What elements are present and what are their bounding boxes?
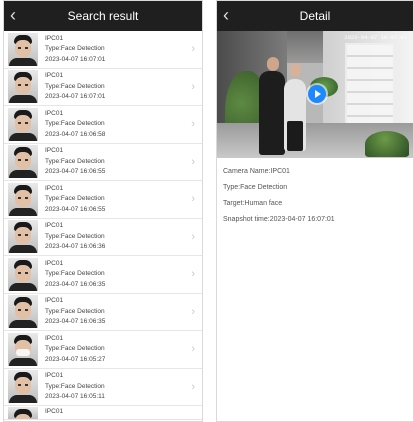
result-meta: IPC01 Type:Face Detection 2023-04-07 16:… [45, 71, 105, 103]
result-camera: IPC01 [45, 222, 64, 229]
result-item[interactable]: IPC01 Type:Face Detection 2023-04-07 16:… [4, 144, 202, 181]
result-meta: IPC01 Type:Face Detection 2023-04-07 16:… [45, 371, 105, 403]
result-meta: IPC01 [45, 407, 63, 418]
detail-title: Detail [299, 9, 331, 23]
result-item[interactable]: IPC01 Type:Face Detection 2023-04-07 16:… [4, 294, 202, 331]
result-meta: IPC01 Type:Face Detection 2023-04-07 16:… [45, 34, 105, 66]
result-type: Type:Face Detection [45, 157, 105, 165]
face-thumbnail [8, 145, 38, 179]
result-meta: IPC01 Type:Face Detection 2023-04-07 16:… [45, 146, 105, 178]
result-camera: IPC01 [45, 109, 64, 117]
result-time: 2023-04-07 16:05:27 [45, 355, 106, 363]
result-item[interactable]: IPC01 Type:Face Detection 2023-04-07 16:… [4, 106, 202, 144]
result-type: Type:Face Detection [45, 120, 105, 127]
result-camera: IPC01 [45, 297, 64, 304]
result-meta: IPC01 Type:Face Detection 2023-04-07 16:… [45, 296, 105, 328]
detail-info: Camera Name:IPC01 Type:Face Detection Ta… [217, 158, 413, 228]
snapshot-image[interactable]: 2023-04-07 16:07:01 [217, 31, 413, 158]
detection-type: Type:Face Detection [223, 184, 288, 191]
target: Target:Human face [223, 200, 283, 207]
result-meta: IPC01 Type:Face Detection 2023-04-07 16:… [45, 334, 105, 366]
chevron-right-icon: › [191, 305, 195, 318]
result-meta: IPC01 Type:Face Detection 2023-04-07 16:… [45, 259, 105, 291]
result-time: 2023-04-07 16:06:35 [45, 280, 106, 288]
face-thumbnail [8, 295, 38, 329]
image-timestamp: 2023-04-07 16:07:01 [344, 34, 407, 41]
result-type: Type:Face Detection [45, 195, 105, 202]
detail-panel: ‹ Detail 2023-04-07 16:07:01 Camera Name… [216, 0, 414, 422]
chevron-right-icon: › [191, 43, 195, 55]
play-icon[interactable] [308, 85, 326, 103]
chevron-right-icon: › [191, 230, 195, 243]
chevron-right-icon: › [191, 80, 195, 93]
chevron-right-icon: › [191, 118, 195, 130]
face-thumbnail [8, 220, 38, 254]
result-camera: IPC01 [45, 147, 64, 154]
result-time: 2023-04-07 16:05:11 [45, 393, 105, 400]
chevron-right-icon: › [191, 193, 195, 205]
result-time: 2023-04-07 16:07:01 [45, 93, 106, 100]
result-type: Type:Face Detection [45, 345, 105, 352]
result-type: Type:Face Detection [45, 270, 105, 277]
result-time: 2023-04-07 16:06:35 [45, 318, 106, 325]
result-time: 2023-04-07 16:06:36 [45, 243, 106, 250]
back-chevron-icon[interactable]: ‹ [223, 5, 229, 25]
result-camera: IPC01 [45, 34, 64, 42]
result-item[interactable]: IPC01 Type:Face Detection 2023-04-07 16:… [4, 69, 202, 106]
chevron-right-icon: › [191, 343, 195, 355]
search-result-title: Search result [67, 9, 139, 23]
face-thumbnail [8, 107, 38, 141]
result-camera: IPC01 [45, 259, 64, 267]
face-thumbnail [8, 406, 38, 419]
chevron-right-icon: › [191, 380, 195, 393]
result-item[interactable]: IPC01 Type:Face Detection 2023-04-07 16:… [4, 369, 202, 406]
chevron-right-icon: › [191, 155, 195, 168]
result-time: 2023-04-07 16:06:58 [45, 130, 106, 138]
result-item[interactable]: IPC01 Type:Face Detection 2023-04-07 16:… [4, 181, 202, 219]
result-item[interactable]: IPC01 Type:Face Detection 2023-04-07 16:… [4, 219, 202, 256]
result-type: Type:Face Detection [45, 82, 105, 90]
result-meta: IPC01 Type:Face Detection 2023-04-07 16:… [45, 221, 105, 253]
result-time: 2023-04-07 16:06:55 [45, 168, 106, 175]
face-thumbnail [8, 332, 38, 366]
result-type: Type:Face Detection [45, 307, 105, 315]
camera-name: Camera Name:IPC01 [223, 168, 290, 175]
result-time: 2023-04-07 16:07:01 [45, 55, 106, 63]
result-item[interactable]: IPC01 Type:Face Detection 2023-04-07 16:… [4, 331, 202, 369]
result-camera: IPC01 [45, 372, 64, 379]
face-thumbnail [8, 70, 38, 104]
result-time: 2023-04-07 16:06:55 [45, 205, 106, 213]
result-meta: IPC01 Type:Face Detection 2023-04-07 16:… [45, 109, 105, 141]
face-thumbnail [8, 257, 38, 291]
result-type: Type:Face Detection [45, 45, 105, 52]
result-camera: IPC01 [45, 72, 64, 79]
search-result-list: IPC01 Type:Face Detection 2023-04-07 16:… [4, 31, 202, 420]
result-camera: IPC01 [45, 334, 64, 342]
result-item[interactable]: IPC01 Type:Face Detection 2023-04-07 16:… [4, 256, 202, 294]
face-thumbnail [8, 32, 38, 66]
chevron-right-icon: › [191, 268, 195, 280]
snapshot-time: Snapshot time:2023-04-07 16:07:01 [223, 216, 335, 223]
back-chevron-icon[interactable]: ‹ [10, 5, 16, 25]
result-item[interactable]: IPC01 [4, 406, 202, 420]
face-thumbnail [8, 182, 38, 216]
result-type: Type:Face Detection [45, 382, 105, 390]
search-result-panel: ‹ Search result IPC01 Type:Face Detectio… [3, 0, 203, 422]
search-result-header: ‹ Search result [4, 1, 202, 31]
result-meta: IPC01 Type:Face Detection 2023-04-07 16:… [45, 184, 105, 216]
result-item[interactable]: IPC01 Type:Face Detection 2023-04-07 16:… [4, 31, 202, 69]
detail-header: ‹ Detail [217, 1, 413, 31]
result-type: Type:Face Detection [45, 232, 105, 240]
result-camera: IPC01 [45, 408, 64, 416]
result-camera: IPC01 [45, 184, 64, 192]
face-thumbnail [8, 370, 38, 404]
